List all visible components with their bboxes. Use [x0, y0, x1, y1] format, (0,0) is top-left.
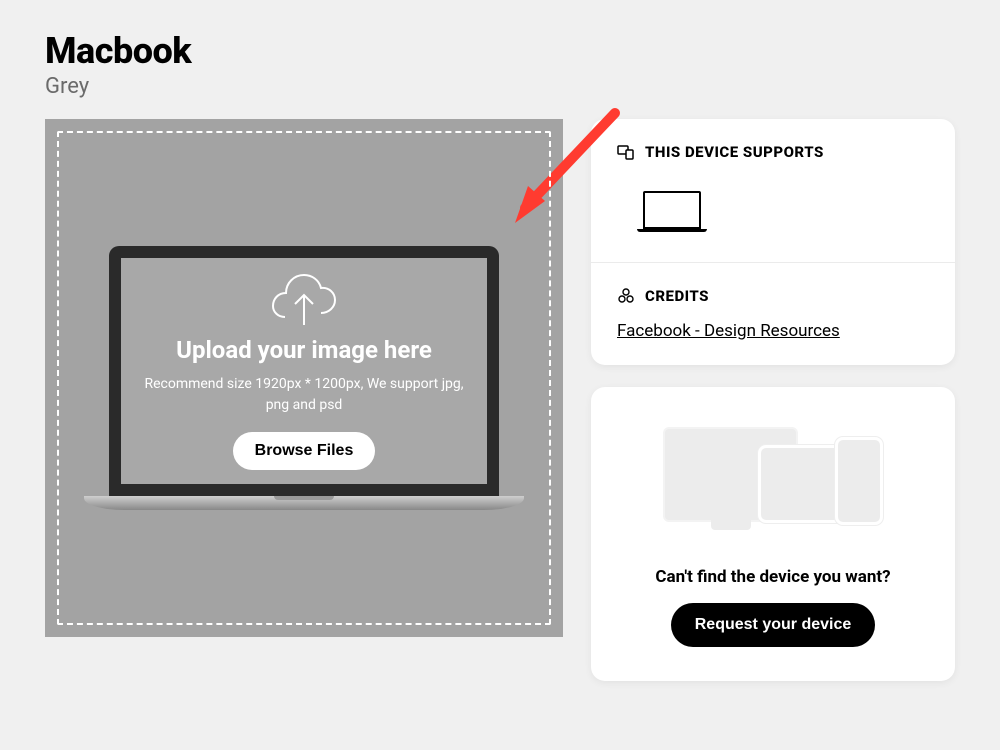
request-title: Can't find the device you want? [617, 567, 929, 587]
page-title: Macbook [45, 30, 955, 72]
credits-link[interactable]: Facebook - Design Resources [617, 321, 840, 341]
upload-dropzone[interactable]: Upload your image here Recommend size 19… [45, 119, 563, 637]
upload-title: Upload your image here [176, 336, 432, 364]
devices-icon [617, 143, 635, 161]
request-device-button[interactable]: Request your device [671, 603, 876, 647]
page-subtitle: Grey [45, 74, 955, 99]
supports-title: THIS DEVICE SUPPORTS [645, 143, 824, 161]
device-info-card: THIS DEVICE SUPPORTS [591, 119, 955, 365]
cloud-upload-icon [269, 273, 339, 328]
credits-title: CREDITS [645, 287, 709, 305]
browse-files-button[interactable]: Browse Files [233, 432, 376, 470]
request-device-card: Can't find the device you want? Request … [591, 387, 955, 681]
supported-device-laptop-icon [637, 191, 707, 232]
upload-hint: Recommend size 1920px * 1200px, We suppo… [141, 374, 467, 416]
page-header: Macbook Grey [45, 30, 955, 99]
laptop-mockup: Upload your image here Recommend size 19… [84, 246, 524, 510]
credits-icon [617, 287, 635, 305]
devices-illustration-icon [663, 417, 883, 547]
